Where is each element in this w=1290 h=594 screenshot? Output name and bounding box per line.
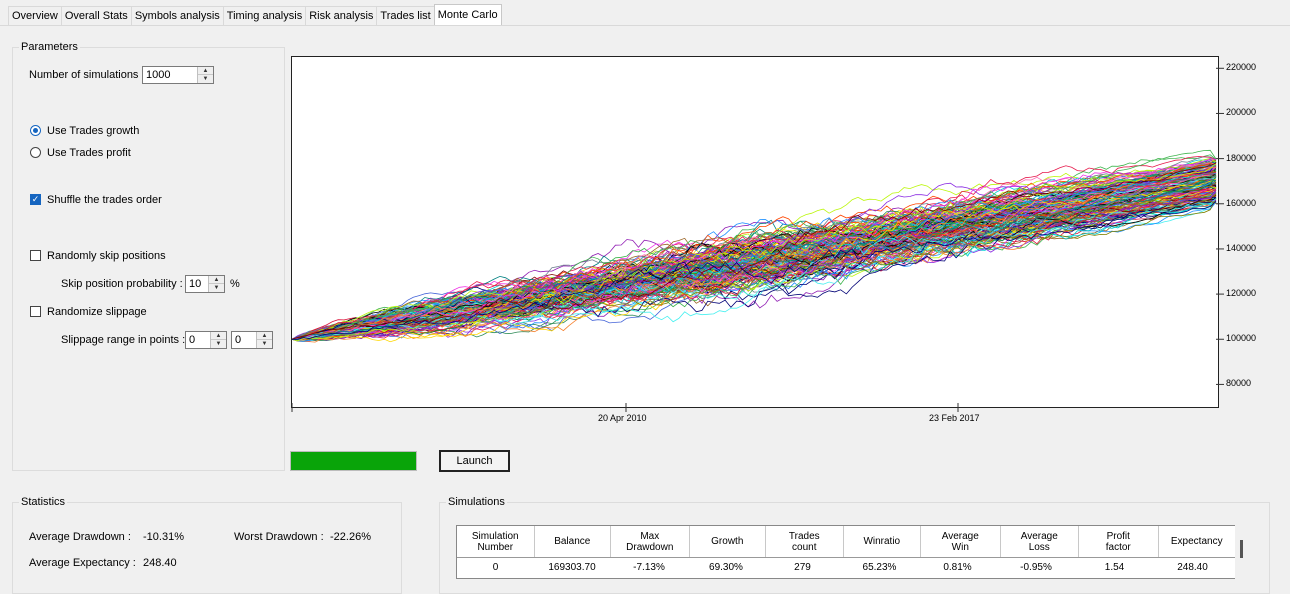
column-header[interactable]: Winratio bbox=[844, 526, 922, 557]
column-header[interactable]: Average Win bbox=[921, 526, 1001, 557]
worst-drawdown-value: -22.26% bbox=[330, 531, 371, 543]
column-header[interactable]: Simulation Number bbox=[457, 526, 535, 557]
column-header[interactable]: Balance bbox=[535, 526, 612, 557]
table-cell: 69.30% bbox=[709, 562, 743, 573]
x-tick-label: 20 Apr 2010 bbox=[598, 413, 647, 423]
avg-expectancy-label: Average Expectancy : bbox=[29, 557, 136, 569]
y-tick-label: 100000 bbox=[1226, 333, 1257, 344]
worst-drawdown-label: Worst Drawdown : bbox=[234, 531, 324, 543]
table-cell: 248.40 bbox=[1177, 562, 1208, 573]
table-cell: -7.13% bbox=[633, 562, 665, 573]
column-header[interactable]: Growth bbox=[690, 526, 767, 557]
table-header: Simulation Number Balance Max Drawdown G… bbox=[457, 526, 1235, 558]
y-tick-label: 200000 bbox=[1226, 107, 1257, 118]
table-cell: 169303.70 bbox=[548, 562, 596, 573]
avg-expectancy-value: 248.40 bbox=[143, 557, 177, 569]
y-tick-label: 160000 bbox=[1226, 197, 1257, 208]
table-scrollbar[interactable] bbox=[1240, 540, 1243, 558]
statistics-title: Statistics bbox=[19, 496, 68, 508]
column-header[interactable]: Trades count bbox=[766, 526, 844, 557]
column-header[interactable]: Expectancy bbox=[1159, 526, 1236, 557]
table-cell: 1.54 bbox=[1104, 562, 1125, 573]
simulations-table[interactable]: Simulation Number Balance Max Drawdown G… bbox=[456, 525, 1235, 579]
table-cell: 0.81% bbox=[943, 562, 972, 573]
table-cell: -0.95% bbox=[1020, 562, 1052, 573]
progress-bar bbox=[290, 451, 417, 471]
column-header[interactable]: Average Loss bbox=[1001, 526, 1080, 557]
avg-drawdown-value: -10.31% bbox=[143, 531, 184, 543]
chart-axes bbox=[291, 67, 1224, 412]
table-row[interactable]: 0 169303.70 -7.13% 69.30% 279 65.23% 0.8… bbox=[457, 558, 1235, 578]
y-tick-label: 180000 bbox=[1226, 152, 1257, 163]
table-cell: 65.23% bbox=[862, 562, 897, 573]
simulations-title: Simulations bbox=[446, 496, 507, 508]
table-cell: 0 bbox=[492, 562, 499, 573]
x-tick-label: 23 Feb 2017 bbox=[929, 413, 980, 423]
y-tick-label: 140000 bbox=[1226, 242, 1257, 253]
y-tick-label: 80000 bbox=[1226, 378, 1252, 389]
y-tick-label: 220000 bbox=[1226, 62, 1257, 73]
statistics-group: Statistics bbox=[12, 496, 402, 594]
column-header[interactable]: Max Drawdown bbox=[611, 526, 690, 557]
column-header[interactable]: Profit factor bbox=[1079, 526, 1159, 557]
avg-drawdown-label: Average Drawdown : bbox=[29, 531, 131, 543]
y-tick-label: 120000 bbox=[1226, 288, 1257, 299]
table-cell: 279 bbox=[794, 562, 811, 573]
launch-button[interactable]: Launch bbox=[439, 450, 510, 472]
